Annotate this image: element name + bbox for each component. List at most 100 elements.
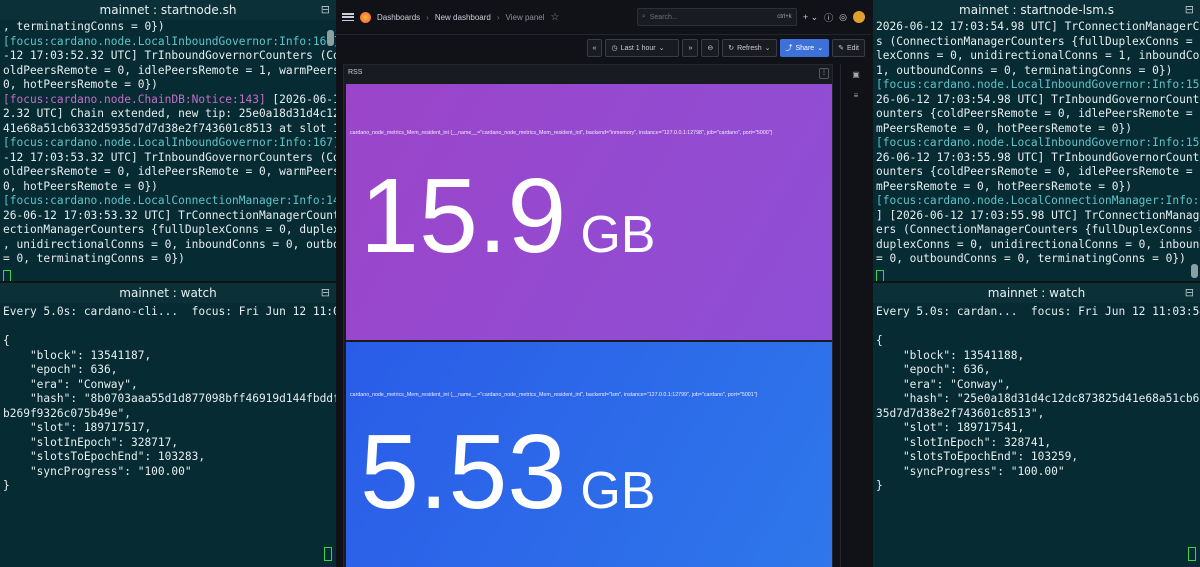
pencil-icon: ✎ <box>838 45 844 52</box>
output-line: "syncProgress": "100.00" <box>876 464 1065 478</box>
search-icon: ⌕ <box>641 13 646 20</box>
output-line: b269f9326c075b49e", <box>3 406 131 420</box>
terminal-title: mainnet : startnode-lsm.s <box>959 3 1114 17</box>
breadcrumb-dashboard[interactable]: New dashboard <box>435 13 491 22</box>
output-line: "epoch": 636, <box>3 363 118 376</box>
log-text: -12 17:03:52.32 UTC] TrInboundGovernorCo… <box>3 49 336 62</box>
log-line: = 0, terminatingConns = 0}) <box>3 252 333 267</box>
log-text: 2026-06-12 17:03:54.98 UTC] TrConnection… <box>876 20 1200 33</box>
grafana-topbar: Dashboards › New dashboard › View panel … <box>336 0 871 35</box>
log-line: mPeersRemote = 0, hotPeersRemote = 0}) <box>876 180 1197 195</box>
log-text: ers (ConnectionManagerCounters {fullDupl… <box>876 223 1200 236</box>
breadcrumb-separator-icon: › <box>496 12 500 22</box>
log-line: -12 17:03:52.32 UTC] TrInboundGovernorCo… <box>3 49 336 64</box>
log-text: 26-06-12 17:03:55.98 UTC] TrInboundGover… <box>876 150 1200 164</box>
terminal-watch-left[interactable]: mainnet : watch ⊟ Every 5.0s: cardano-cl… <box>0 283 336 567</box>
log-line: [focus:cardano.node.LocalConnectionManag… <box>3 194 336 209</box>
help-icon[interactable]: ⓘ <box>824 11 833 24</box>
log-line: 41e68a51cb6332d5935d7d7d38e2f743601c8513… <box>3 122 336 137</box>
list-icon[interactable]: ≡ <box>852 91 861 100</box>
split-icon[interactable]: ⊟ <box>1185 283 1194 303</box>
terminal-title-bar: mainnet : startnode-lsm.s ⊟ <box>873 0 1200 20</box>
rss-icon[interactable]: ◎ <box>839 12 847 23</box>
refresh-icon: ↻ <box>728 45 735 52</box>
refresh-button[interactable]: ↻ Refresh ⌄ <box>722 39 777 57</box>
search-input[interactable]: ⌕ Search... ctrl+k <box>636 8 797 26</box>
terminal-scrollbar[interactable] <box>1191 264 1198 278</box>
log-text: , terminatingConns = 0}) <box>3 20 165 33</box>
grafana-window: Dashboards › New dashboard › View panel … <box>336 0 871 567</box>
time-forward-button[interactable]: » <box>682 39 699 57</box>
zoom-out-icon: ⊖ <box>707 45 714 52</box>
log-line: = 0, outboundConns = 0, terminatingConns… <box>876 252 1197 267</box>
data-icon[interactable]: ▣ <box>852 70 861 79</box>
log-text: ectionManagerCounters {fullDuplexConns =… <box>3 223 336 236</box>
output-line: "epoch": 636, <box>876 363 991 376</box>
terminal-watch-right[interactable]: mainnet : watch ⊟ Every 5.0s: cardan... … <box>873 283 1200 567</box>
avatar[interactable] <box>853 11 865 23</box>
log-text: 2.32 UTC] Chain extended, new tip: 25e0a… <box>3 107 336 120</box>
search-shortcut: ctrl+k <box>777 14 792 20</box>
log-line: 26-06-12 17:03:54.98 UTC] TrInboundGover… <box>876 92 1200 108</box>
panel-menu-icon[interactable]: ⋮ <box>819 68 829 79</box>
log-text: ] [2026-06-12 17:03:55.98 UTC] TrConnect… <box>876 208 1200 222</box>
terminal-title-bar: mainnet : watch ⊟ <box>0 283 336 303</box>
time-range-label: Last 1 hour <box>620 44 656 52</box>
watch-output: Every 5.0s: cardan... focus: Fri Jun 12 … <box>873 303 1200 494</box>
log-line: 2.32 UTC] Chain extended, new tip: 25e0a… <box>3 107 336 122</box>
time-range-picker[interactable]: ◷ Last 1 hour ⌄ <box>605 39 680 57</box>
menu-icon[interactable] <box>342 13 354 21</box>
log-line: 26-06-12 17:03:53.32 UTC] TrConnectionMa… <box>3 208 336 224</box>
output-line: "slot": 189717517, <box>3 421 152 434</box>
output-line: } <box>876 479 883 492</box>
split-icon[interactable]: ⊟ <box>1185 0 1194 20</box>
log-tag: [focus:cardano.node.LocalInboundGovernor… <box>876 78 1200 91</box>
output-line: "hash": "8b0703aaa55d1d877098bff46919d14… <box>29 392 336 405</box>
add-icon[interactable]: + ⌄ <box>803 12 818 23</box>
stat-unit: GB <box>580 206 656 264</box>
log-text: 26-06-12 17:03:54.98 UTC] TrInboundGover… <box>876 92 1200 106</box>
stat-value: 15.9 <box>360 157 567 275</box>
log-text: oldPeersRemote = 0, idlePeersRemote = 1,… <box>3 63 336 77</box>
chevron-down-icon: ⌄ <box>817 45 824 52</box>
breadcrumb-dashboards[interactable]: Dashboards <box>377 13 420 22</box>
log-text: 0, hotPeersRemote = 0}) <box>3 78 158 91</box>
log-text: s (ConnectionManagerCounters {fullDuplex… <box>876 34 1200 48</box>
grafana-logo-icon[interactable] <box>360 11 371 23</box>
terminal-startnode[interactable]: mainnet : startnode.sh ⊟ , terminatingCo… <box>0 0 336 281</box>
log-line: [focus:cardano.node.LocalInboundGovernor… <box>3 136 336 151</box>
split-icon[interactable]: ⊟ <box>321 283 330 303</box>
log-line: duplexConns = 0, unidirectionalConns = 0… <box>876 238 1200 253</box>
log-line: , terminatingConns = 0}) <box>3 20 333 35</box>
log-line: s (ConnectionManagerCounters {fullDuplex… <box>876 34 1200 50</box>
log-text: 26-06-12 17:03:53.32 UTC] TrConnectionMa… <box>3 208 336 222</box>
edit-button[interactable]: ✎ Edit <box>832 39 865 57</box>
terminal-title: mainnet : startnode.sh <box>99 3 237 17</box>
output-line: "block": 13541188, <box>876 348 1025 362</box>
share-button[interactable]: ⤴ Share ⌄ <box>779 39 830 57</box>
terminal-title-bar: mainnet : startnode.sh ⊟ <box>0 0 336 20</box>
split-icon[interactable]: ⊟ <box>321 0 330 20</box>
chevron-down-icon: ⌄ <box>658 45 665 52</box>
panel-side-toolbar: ▣ ≡ <box>840 64 871 567</box>
stat-value-group: 5.53 GB <box>360 412 655 533</box>
zoom-out-button[interactable]: ⊖ <box>701 39 720 57</box>
stat-value-group: 15.9 GB <box>360 156 655 277</box>
terminal-scrollbar[interactable] <box>327 30 334 46</box>
output-line: "slotsToEpochEnd": 103283, <box>3 450 206 463</box>
terminal-cursor <box>1188 547 1196 561</box>
output-line: "era": "Conway", <box>3 377 138 391</box>
share-label: Share <box>795 44 815 52</box>
share-icon: ⤴ <box>785 45 793 52</box>
time-back-button[interactable]: « <box>586 39 603 57</box>
log-tag: [focus:cardano.node.LocalInboundGovernor… <box>3 34 336 48</box>
star-icon[interactable]: ☆ <box>551 12 560 23</box>
log-text: -12 17:03:53.32 UTC] TrInboundGovernorCo… <box>3 150 336 164</box>
rss-panel: RSS ⋮ cardano_node_metrics_Mem_resident_… <box>343 64 833 567</box>
stat-label: cardano_node_metrics_Mem_resident_int {_… <box>350 392 758 398</box>
log-line: 26-06-12 17:03:55.98 UTC] TrInboundGover… <box>876 150 1200 166</box>
log-line: ectionManagerCounters {fullDuplexConns =… <box>3 223 336 238</box>
log-text: , unidirectionalConns = 0, inboundConns … <box>3 237 336 251</box>
terminal-startnode-lsm[interactable]: mainnet : startnode-lsm.s ⊟ 2026-06-12 1… <box>873 0 1200 281</box>
